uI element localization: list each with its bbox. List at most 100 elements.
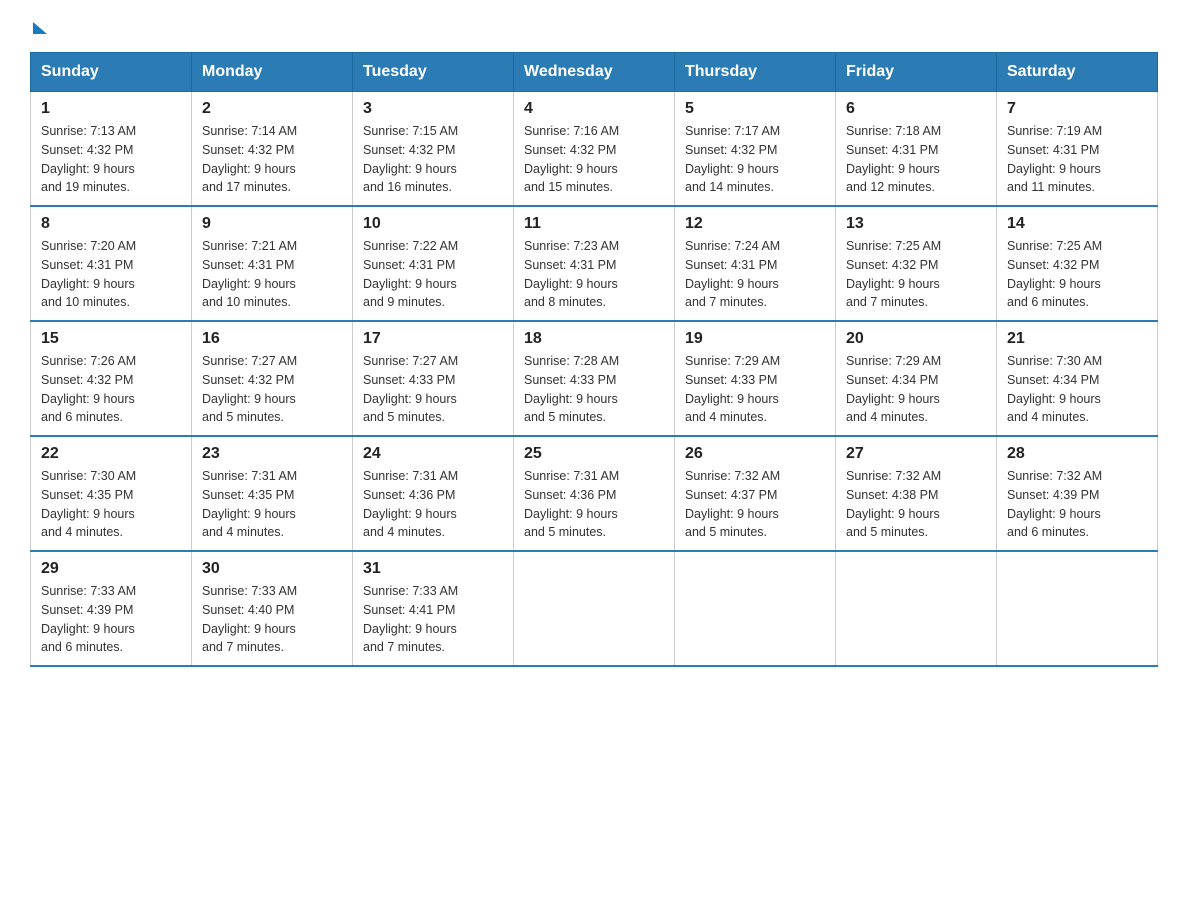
logo-arrow-icon [33, 22, 47, 34]
day-info: Sunrise: 7:14 AMSunset: 4:32 PMDaylight:… [202, 124, 297, 194]
day-info: Sunrise: 7:18 AMSunset: 4:31 PMDaylight:… [846, 124, 941, 194]
day-number: 12 [685, 215, 825, 233]
day-info: Sunrise: 7:16 AMSunset: 4:32 PMDaylight:… [524, 124, 619, 194]
day-info: Sunrise: 7:19 AMSunset: 4:31 PMDaylight:… [1007, 124, 1102, 194]
calendar-cell: 7 Sunrise: 7:19 AMSunset: 4:31 PMDayligh… [997, 92, 1158, 207]
day-number: 2 [202, 100, 342, 118]
calendar-cell: 11 Sunrise: 7:23 AMSunset: 4:31 PMDaylig… [514, 206, 675, 321]
calendar-cell: 31 Sunrise: 7:33 AMSunset: 4:41 PMDaylig… [353, 551, 514, 666]
day-info: Sunrise: 7:22 AMSunset: 4:31 PMDaylight:… [363, 239, 458, 309]
day-number: 1 [41, 100, 181, 118]
day-number: 22 [41, 445, 181, 463]
day-number: 13 [846, 215, 986, 233]
day-info: Sunrise: 7:32 AMSunset: 4:38 PMDaylight:… [846, 469, 941, 539]
day-info: Sunrise: 7:33 AMSunset: 4:40 PMDaylight:… [202, 584, 297, 654]
day-number: 27 [846, 445, 986, 463]
day-info: Sunrise: 7:17 AMSunset: 4:32 PMDaylight:… [685, 124, 780, 194]
calendar-cell: 6 Sunrise: 7:18 AMSunset: 4:31 PMDayligh… [836, 92, 997, 207]
day-info: Sunrise: 7:15 AMSunset: 4:32 PMDaylight:… [363, 124, 458, 194]
day-number: 14 [1007, 215, 1147, 233]
calendar-cell: 30 Sunrise: 7:33 AMSunset: 4:40 PMDaylig… [192, 551, 353, 666]
calendar-cell: 29 Sunrise: 7:33 AMSunset: 4:39 PMDaylig… [31, 551, 192, 666]
calendar-cell: 9 Sunrise: 7:21 AMSunset: 4:31 PMDayligh… [192, 206, 353, 321]
day-info: Sunrise: 7:32 AMSunset: 4:39 PMDaylight:… [1007, 469, 1102, 539]
day-number: 20 [846, 330, 986, 348]
day-number: 15 [41, 330, 181, 348]
calendar-cell: 21 Sunrise: 7:30 AMSunset: 4:34 PMDaylig… [997, 321, 1158, 436]
day-info: Sunrise: 7:23 AMSunset: 4:31 PMDaylight:… [524, 239, 619, 309]
day-info: Sunrise: 7:33 AMSunset: 4:39 PMDaylight:… [41, 584, 136, 654]
day-number: 8 [41, 215, 181, 233]
weekday-header-saturday: Saturday [997, 53, 1158, 92]
day-info: Sunrise: 7:29 AMSunset: 4:34 PMDaylight:… [846, 354, 941, 424]
weekday-header-sunday: Sunday [31, 53, 192, 92]
calendar-cell: 17 Sunrise: 7:27 AMSunset: 4:33 PMDaylig… [353, 321, 514, 436]
calendar-cell: 24 Sunrise: 7:31 AMSunset: 4:36 PMDaylig… [353, 436, 514, 551]
day-info: Sunrise: 7:13 AMSunset: 4:32 PMDaylight:… [41, 124, 136, 194]
calendar-week-row: 1 Sunrise: 7:13 AMSunset: 4:32 PMDayligh… [31, 92, 1158, 207]
calendar-body: 1 Sunrise: 7:13 AMSunset: 4:32 PMDayligh… [31, 92, 1158, 667]
day-info: Sunrise: 7:28 AMSunset: 4:33 PMDaylight:… [524, 354, 619, 424]
calendar-cell: 4 Sunrise: 7:16 AMSunset: 4:32 PMDayligh… [514, 92, 675, 207]
calendar-week-row: 15 Sunrise: 7:26 AMSunset: 4:32 PMDaylig… [31, 321, 1158, 436]
weekday-header-wednesday: Wednesday [514, 53, 675, 92]
day-number: 24 [363, 445, 503, 463]
day-info: Sunrise: 7:27 AMSunset: 4:33 PMDaylight:… [363, 354, 458, 424]
day-info: Sunrise: 7:27 AMSunset: 4:32 PMDaylight:… [202, 354, 297, 424]
day-number: 7 [1007, 100, 1147, 118]
day-info: Sunrise: 7:20 AMSunset: 4:31 PMDaylight:… [41, 239, 136, 309]
day-number: 5 [685, 100, 825, 118]
calendar-cell: 16 Sunrise: 7:27 AMSunset: 4:32 PMDaylig… [192, 321, 353, 436]
calendar-cell: 23 Sunrise: 7:31 AMSunset: 4:35 PMDaylig… [192, 436, 353, 551]
weekday-header-row: SundayMondayTuesdayWednesdayThursdayFrid… [31, 53, 1158, 92]
day-info: Sunrise: 7:30 AMSunset: 4:34 PMDaylight:… [1007, 354, 1102, 424]
day-number: 19 [685, 330, 825, 348]
page-header [30, 20, 1158, 32]
calendar-cell: 10 Sunrise: 7:22 AMSunset: 4:31 PMDaylig… [353, 206, 514, 321]
calendar-week-row: 29 Sunrise: 7:33 AMSunset: 4:39 PMDaylig… [31, 551, 1158, 666]
weekday-header-friday: Friday [836, 53, 997, 92]
calendar-cell: 5 Sunrise: 7:17 AMSunset: 4:32 PMDayligh… [675, 92, 836, 207]
calendar-cell: 20 Sunrise: 7:29 AMSunset: 4:34 PMDaylig… [836, 321, 997, 436]
day-number: 16 [202, 330, 342, 348]
day-info: Sunrise: 7:32 AMSunset: 4:37 PMDaylight:… [685, 469, 780, 539]
calendar-cell: 18 Sunrise: 7:28 AMSunset: 4:33 PMDaylig… [514, 321, 675, 436]
day-info: Sunrise: 7:29 AMSunset: 4:33 PMDaylight:… [685, 354, 780, 424]
calendar-cell: 26 Sunrise: 7:32 AMSunset: 4:37 PMDaylig… [675, 436, 836, 551]
day-number: 21 [1007, 330, 1147, 348]
calendar-cell [836, 551, 997, 666]
day-number: 18 [524, 330, 664, 348]
day-info: Sunrise: 7:31 AMSunset: 4:36 PMDaylight:… [363, 469, 458, 539]
day-info: Sunrise: 7:24 AMSunset: 4:31 PMDaylight:… [685, 239, 780, 309]
day-info: Sunrise: 7:25 AMSunset: 4:32 PMDaylight:… [846, 239, 941, 309]
day-info: Sunrise: 7:31 AMSunset: 4:36 PMDaylight:… [524, 469, 619, 539]
calendar-cell: 28 Sunrise: 7:32 AMSunset: 4:39 PMDaylig… [997, 436, 1158, 551]
day-number: 6 [846, 100, 986, 118]
day-number: 4 [524, 100, 664, 118]
day-number: 29 [41, 560, 181, 578]
weekday-header-monday: Monday [192, 53, 353, 92]
day-number: 3 [363, 100, 503, 118]
calendar-week-row: 8 Sunrise: 7:20 AMSunset: 4:31 PMDayligh… [31, 206, 1158, 321]
calendar-cell: 25 Sunrise: 7:31 AMSunset: 4:36 PMDaylig… [514, 436, 675, 551]
calendar-week-row: 22 Sunrise: 7:30 AMSunset: 4:35 PMDaylig… [31, 436, 1158, 551]
day-number: 23 [202, 445, 342, 463]
calendar-cell: 8 Sunrise: 7:20 AMSunset: 4:31 PMDayligh… [31, 206, 192, 321]
day-number: 25 [524, 445, 664, 463]
day-info: Sunrise: 7:25 AMSunset: 4:32 PMDaylight:… [1007, 239, 1102, 309]
calendar-cell: 19 Sunrise: 7:29 AMSunset: 4:33 PMDaylig… [675, 321, 836, 436]
calendar-cell: 14 Sunrise: 7:25 AMSunset: 4:32 PMDaylig… [997, 206, 1158, 321]
day-number: 28 [1007, 445, 1147, 463]
calendar-cell: 27 Sunrise: 7:32 AMSunset: 4:38 PMDaylig… [836, 436, 997, 551]
day-info: Sunrise: 7:21 AMSunset: 4:31 PMDaylight:… [202, 239, 297, 309]
day-number: 9 [202, 215, 342, 233]
calendar-cell: 15 Sunrise: 7:26 AMSunset: 4:32 PMDaylig… [31, 321, 192, 436]
calendar-cell [514, 551, 675, 666]
day-number: 26 [685, 445, 825, 463]
day-info: Sunrise: 7:26 AMSunset: 4:32 PMDaylight:… [41, 354, 136, 424]
calendar-cell [675, 551, 836, 666]
day-info: Sunrise: 7:33 AMSunset: 4:41 PMDaylight:… [363, 584, 458, 654]
day-number: 30 [202, 560, 342, 578]
calendar-cell: 22 Sunrise: 7:30 AMSunset: 4:35 PMDaylig… [31, 436, 192, 551]
calendar-cell: 13 Sunrise: 7:25 AMSunset: 4:32 PMDaylig… [836, 206, 997, 321]
